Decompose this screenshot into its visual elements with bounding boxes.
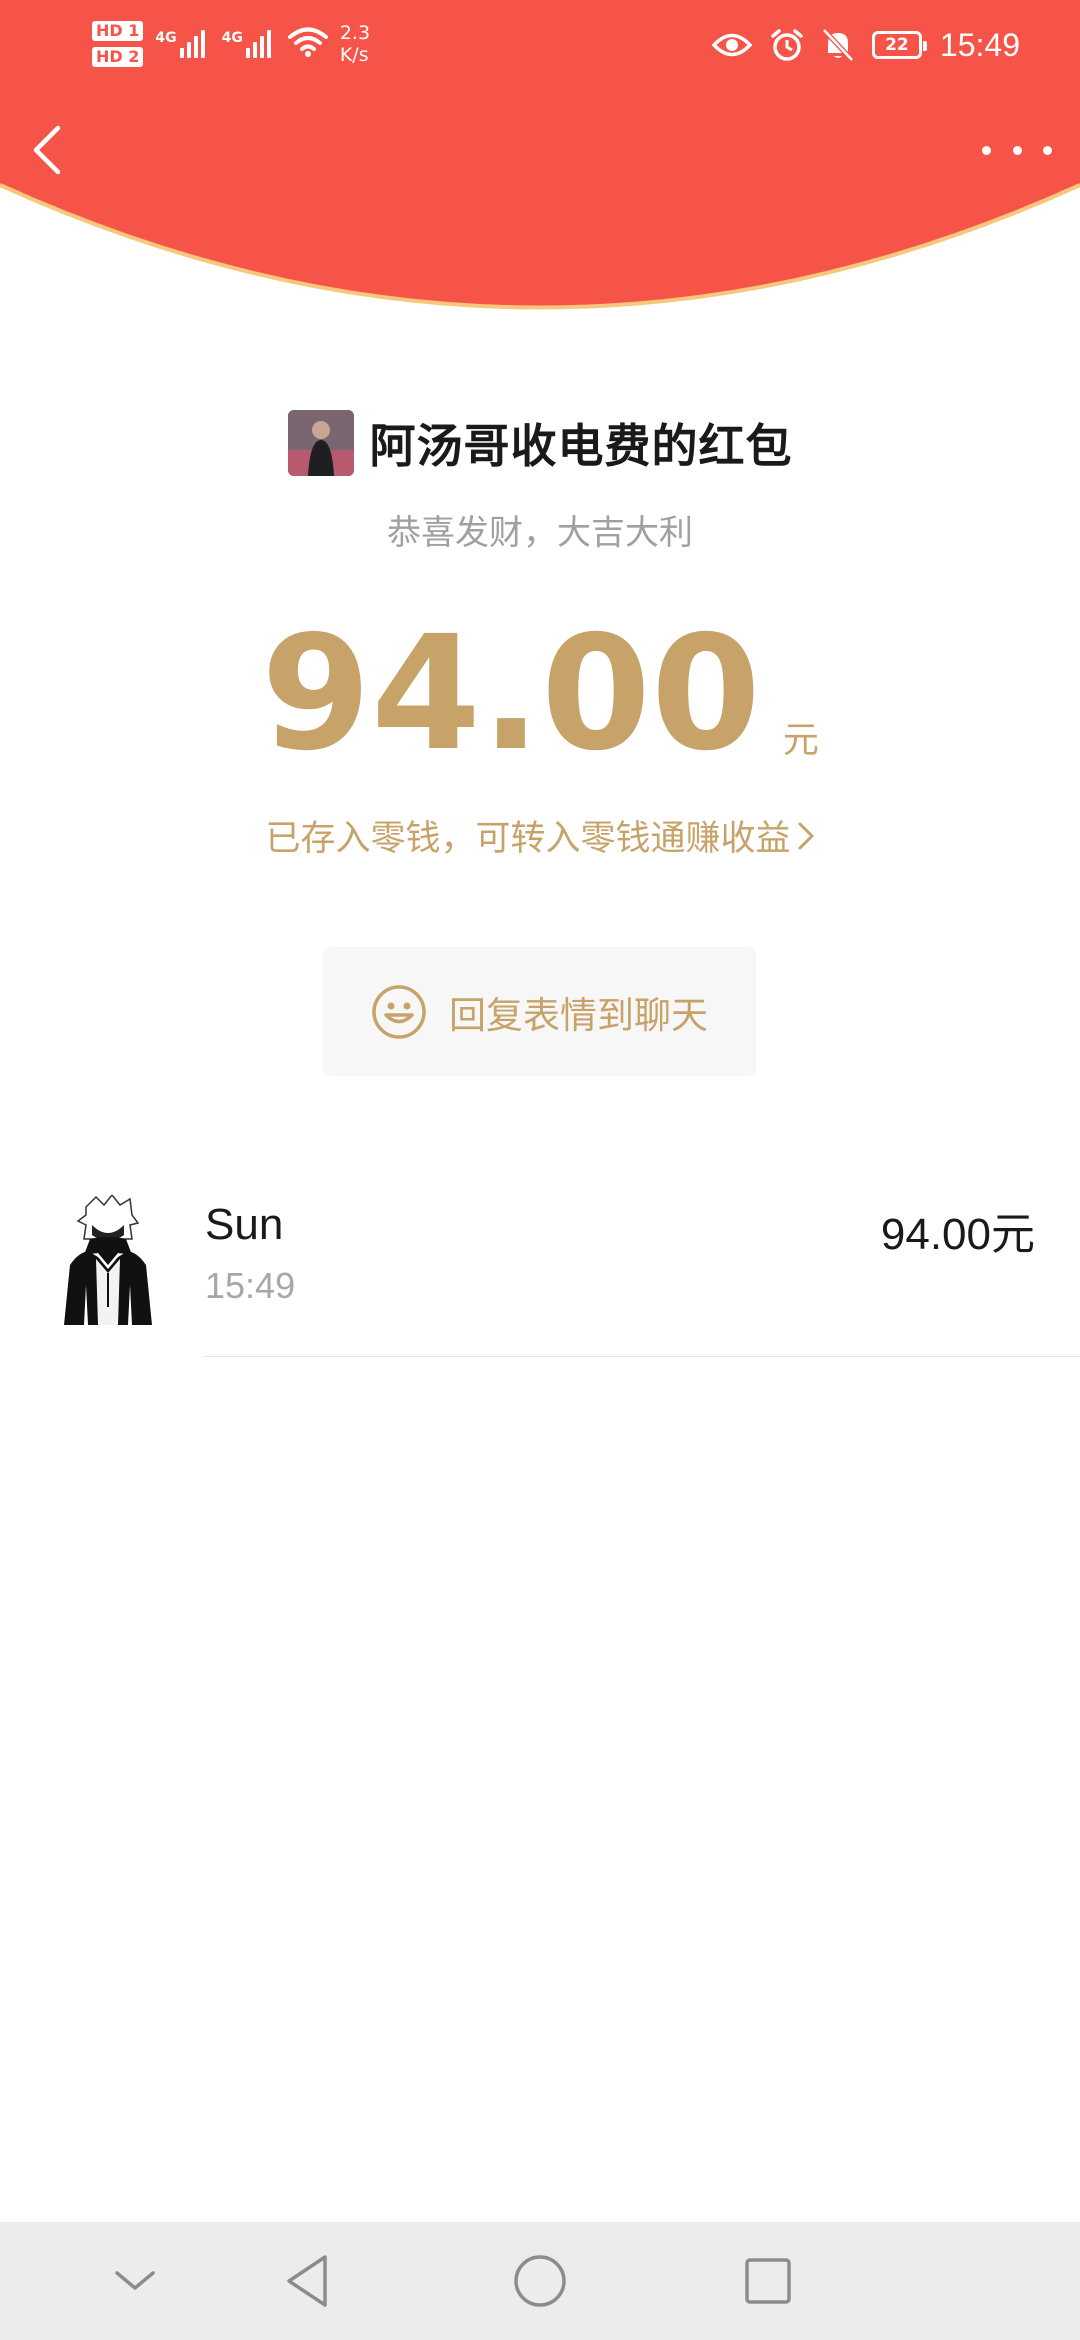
- home-circle-icon: [514, 2255, 566, 2307]
- network-type-1: 4G: [155, 30, 177, 46]
- signal-2-icon: 4G: [222, 30, 274, 58]
- back-triangle-icon: [287, 2255, 327, 2307]
- reply-sticker-label: 回复表情到聊天: [449, 993, 708, 1037]
- sender-avatar[interactable]: [287, 410, 354, 476]
- amount-row: 94.00 元: [0, 615, 1080, 773]
- receiver-amount: 94.00元: [880, 1210, 1035, 1259]
- more-dot: [1043, 145, 1052, 155]
- chevron-left-icon: [33, 125, 61, 175]
- divider: [205, 1356, 1080, 1357]
- eye-icon: [711, 32, 752, 58]
- hd1-badge: HD 1: [92, 21, 144, 41]
- nav-home-button[interactable]: [480, 2222, 600, 2340]
- system-nav-bar: [0, 2222, 1080, 2340]
- recents-square-icon: [745, 2258, 791, 2304]
- wifi-icon: [287, 26, 328, 62]
- packet-sender: 阿汤哥收电费的红包: [0, 410, 1080, 476]
- signal-1-icon: 4G: [155, 30, 207, 58]
- nav-back-button[interactable]: [248, 2222, 368, 2340]
- back-button[interactable]: [28, 120, 68, 180]
- receiver-avatar[interactable]: [58, 1193, 158, 1325]
- battery-level: 22: [885, 35, 909, 55]
- smile-icon: [372, 984, 426, 1039]
- mute-icon: [822, 28, 854, 62]
- alarm-icon: [770, 28, 804, 62]
- more-dots-icon: [982, 145, 991, 155]
- speed-value: 2.3: [339, 22, 371, 44]
- nav-recents-button[interactable]: [708, 2222, 828, 2340]
- packet-title: 阿汤哥收电费的红包: [369, 419, 793, 473]
- chevron-right-icon: [798, 822, 813, 849]
- battery-icon: 22: [871, 31, 927, 59]
- receiver-name: Sun: [205, 1200, 284, 1249]
- amount-unit: 元: [782, 720, 819, 761]
- collapse-icon: [115, 2271, 155, 2290]
- saved-note-text: 已存入零钱，可转入零钱通赚收益: [265, 819, 791, 859]
- status-bar: HD 1 HD 2 4G 4G 2.3 K/s 22 15:49: [0, 0, 1080, 90]
- reply-sticker-button[interactable]: 回复表情到聊天: [323, 947, 756, 1076]
- more-dot: [1012, 145, 1022, 155]
- received-amount: 94.00: [261, 602, 761, 786]
- receiver-record[interactable]: Sun 15:49 94.00元: [0, 1180, 1080, 1357]
- saved-to-wallet-link[interactable]: 已存入零钱，可转入零钱通赚收益: [0, 810, 1080, 861]
- packet-greeting: 恭喜发财，大吉大利: [387, 513, 693, 553]
- more-options-button[interactable]: [982, 130, 1052, 170]
- network-speed: 2.3 K/s: [340, 22, 370, 66]
- nav-collapse-button[interactable]: [75, 2222, 195, 2340]
- hd2-badge: HD 2: [92, 47, 144, 67]
- receive-time: 15:49: [205, 1265, 296, 1306]
- network-type-2: 4G: [221, 30, 243, 46]
- speed-unit: K/s: [339, 44, 369, 66]
- status-clock: 15:49: [939, 26, 1020, 63]
